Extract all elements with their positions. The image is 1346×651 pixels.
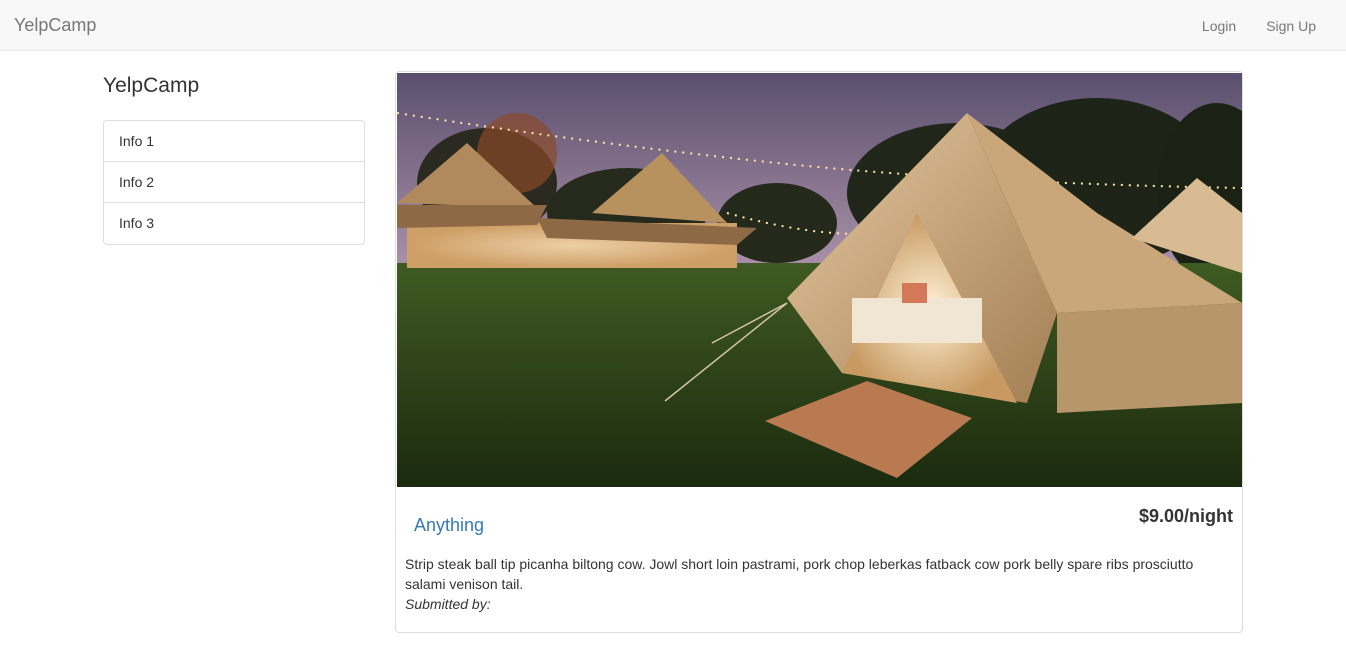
campground-photo-illustration <box>397 73 1242 487</box>
campground-image <box>397 73 1242 487</box>
campground-card: $9.00/night Anything Strip steak ball ti… <box>395 71 1243 633</box>
brand-link[interactable]: YelpCamp <box>14 15 96 35</box>
submitted-by: Submitted by: <box>405 596 491 612</box>
nav-links: Login Sign Up <box>1202 17 1316 35</box>
info-list: Info 1 Info 2 Info 3 <box>103 120 365 245</box>
sidebar-item-info-2[interactable]: Info 2 <box>104 162 364 203</box>
campground-name-link[interactable]: Anything <box>414 514 484 536</box>
campground-description: Strip steak ball tip picanha biltong cow… <box>405 556 1194 592</box>
sidebar: YelpCamp Info 1 Info 2 Info 3 <box>103 73 365 245</box>
sidebar-item-info-1[interactable]: Info 1 <box>104 121 364 162</box>
sidebar-heading: YelpCamp <box>103 74 200 97</box>
login-link[interactable]: Login <box>1202 17 1236 35</box>
signup-link[interactable]: Sign Up <box>1266 17 1316 35</box>
price-label: $9.00/night <box>1138 506 1233 526</box>
navbar: YelpCamp Login Sign Up <box>0 0 1346 51</box>
sidebar-item-info-3[interactable]: Info 3 <box>104 203 364 244</box>
